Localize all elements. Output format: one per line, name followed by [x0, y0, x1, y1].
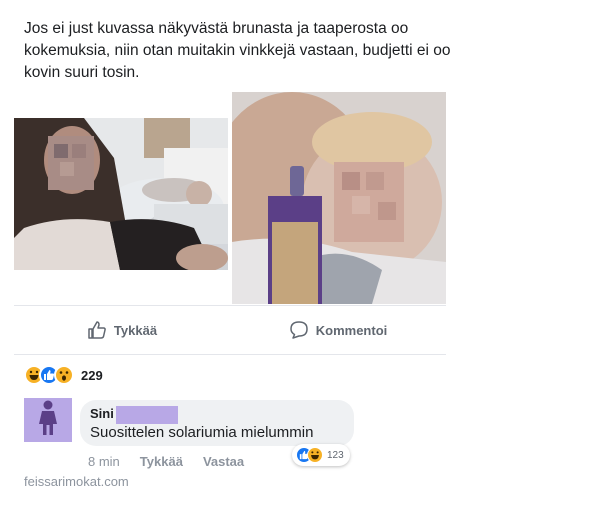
- comment-reactions[interactable]: 123: [292, 444, 350, 466]
- post-text: Jos ei just kuvassa näkyvästä brunasta j…: [24, 20, 451, 81]
- like-button-label: Tykkää: [113, 322, 158, 338]
- reaction-count: 229: [81, 367, 103, 383]
- author-surname-redaction: [116, 406, 178, 424]
- comment-button-label: Kommentoi: [315, 322, 388, 338]
- thumbs-up-icon: [87, 320, 107, 340]
- avatar[interactable]: [24, 398, 72, 442]
- comment-meta: 8 min Tykkää Vastaa: [88, 454, 244, 469]
- comment-like-link[interactable]: Tykkää: [140, 454, 183, 469]
- person-silhouette-icon: [37, 400, 59, 441]
- wow-icon: [54, 365, 74, 385]
- comment-author[interactable]: Sini: [90, 406, 114, 421]
- haha-icon: [307, 447, 323, 463]
- comment-bubble: Sini Suosittelen solariumia mielummin: [80, 400, 354, 446]
- photo-toddler-with-tanning-mousse-bottle[interactable]: [232, 92, 446, 304]
- reaction-summary[interactable]: 229: [24, 364, 103, 386]
- comment-bubble-icon: [289, 320, 309, 340]
- comment-reaction-count: 123: [327, 449, 344, 461]
- comment-button[interactable]: Kommentoi: [230, 306, 446, 354]
- photo-woman-with-toddler[interactable]: [14, 118, 228, 270]
- post-actions-bar: Tykkää Kommentoi: [14, 305, 446, 355]
- comment-reply-link[interactable]: Vastaa: [203, 454, 244, 469]
- watermark: feissarimokat.com: [24, 474, 129, 489]
- photo-gallery: [14, 92, 446, 304]
- like-button[interactable]: Tykkää: [14, 306, 230, 354]
- comment-time[interactable]: 8 min: [88, 454, 120, 469]
- comment-text: Suosittelen solariumia mielummin: [90, 424, 314, 441]
